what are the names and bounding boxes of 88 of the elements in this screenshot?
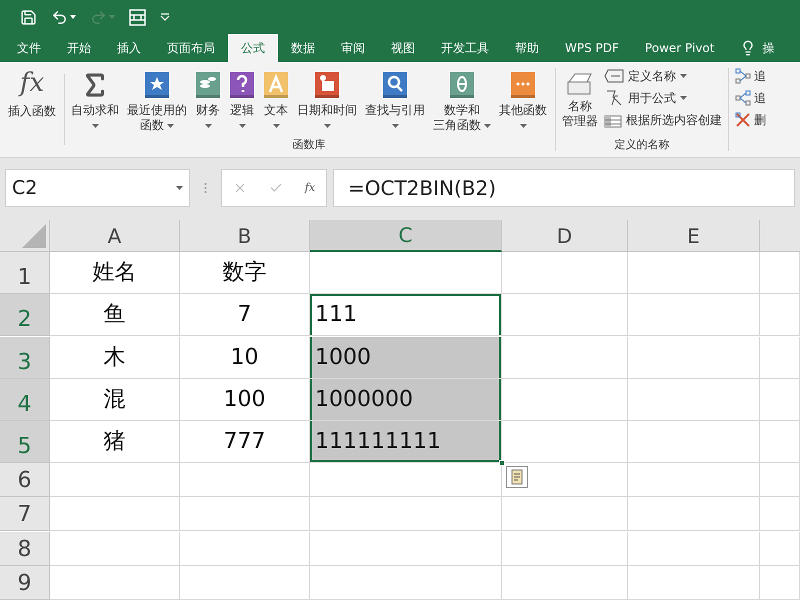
column-header[interactable]: C [310, 220, 502, 252]
ribbon-tab[interactable]: 帮助 [502, 34, 552, 62]
redo-icon [90, 8, 107, 26]
row-header[interactable]: 6 [0, 463, 50, 498]
ribbon-tab[interactable]: 操 [727, 34, 788, 62]
row-header[interactable]: 5 [0, 420, 50, 463]
coins-book-icon [195, 71, 221, 99]
column-header[interactable]: B [180, 220, 310, 252]
name-manager-button[interactable]: 名称 管理器 [562, 62, 598, 136]
table-cell: 7 [180, 294, 310, 336]
row-header[interactable]: 4 [0, 378, 50, 421]
group-label: 定义的名称 [614, 136, 670, 152]
row-header[interactable]: 1 [0, 252, 50, 294]
formula-auditing-button[interactable]: 追 [735, 66, 766, 85]
function-category-button[interactable]: 查找与引用 [363, 62, 427, 136]
row-header[interactable]: 7 [0, 497, 50, 532]
row-header[interactable]: 8 [0, 532, 50, 566]
ribbon-tab[interactable]: 审阅 [328, 34, 378, 62]
defined-name-button[interactable]: 定义名称 [604, 66, 722, 85]
select-all-icon [22, 224, 46, 248]
theta-book-icon [449, 71, 475, 99]
function-category-button[interactable]: 逻辑 [227, 62, 257, 136]
letter-book-icon [263, 71, 289, 99]
function-category-button[interactable]: 文本 [261, 62, 291, 136]
question-book-icon [229, 71, 255, 99]
grip-icon [204, 182, 207, 194]
column-header[interactable]: D [502, 220, 628, 252]
trace-arrows-icon [735, 68, 751, 84]
form-icon [129, 8, 146, 26]
caret-icon [70, 15, 76, 19]
calendar-book-icon [314, 71, 340, 99]
formula-auditing-button[interactable]: 删 [735, 110, 766, 129]
table-cell: 10 [180, 336, 310, 379]
function-category-button[interactable]: 财务 [193, 62, 223, 136]
defined-name-button[interactable]: 根据所选内容创建 [604, 110, 722, 129]
row-header[interactable]: 2 [0, 294, 50, 336]
ribbon-tab[interactable]: 插入 [104, 34, 154, 62]
table-cell: 鱼 [50, 294, 180, 336]
ribbon-tab[interactable]: 页面布局 [154, 34, 228, 62]
row-header[interactable]: 9 [0, 566, 50, 600]
formula-auditing-button[interactable]: 追 [735, 88, 766, 107]
function-category-button[interactable]: 最近使用的 函数 [125, 62, 189, 136]
customize-icon [160, 13, 170, 21]
ribbon-tab[interactable]: 公式 [228, 34, 278, 62]
undo-icon [51, 8, 68, 26]
table-cell: 混 [50, 378, 180, 421]
column-header[interactable]: E [628, 220, 760, 252]
formula-input[interactable]: =OCT2BIN(B2) [333, 169, 795, 207]
function-category-button[interactable]: 日期和时间 [295, 62, 359, 136]
ribbon-tab[interactable]: 开始 [54, 34, 104, 62]
row-header[interactable]: 3 [0, 336, 50, 379]
tag-icon [604, 68, 624, 82]
ribbon-tab[interactable]: WPS PDF [552, 34, 632, 62]
ribbon-tab[interactable]: 文件 [4, 34, 54, 62]
function-category-button[interactable]: 自动求和 [69, 62, 121, 136]
trace-arrows-icon [735, 90, 751, 106]
ribbon-tab[interactable]: 视图 [378, 34, 428, 62]
function-category-button[interactable]: 数学和 三角函数 [431, 62, 493, 136]
fill-handle[interactable] [499, 460, 505, 466]
ribbon-tab[interactable]: 数据 [278, 34, 328, 62]
defined-name-button[interactable]: 用于公式 [604, 88, 722, 107]
paste-options-icon[interactable] [506, 466, 528, 488]
magnifier-book-icon [382, 71, 408, 99]
insert-function-button[interactable]: fx 插入函数 [0, 62, 64, 157]
star-book-icon [144, 71, 170, 99]
name-box[interactable]: C2 [5, 169, 190, 207]
remove-arrows-icon [735, 112, 751, 128]
save-icon [20, 8, 37, 26]
caret-icon [176, 186, 183, 190]
table-cell: 姓名 [50, 252, 180, 294]
column-header[interactable]: A [50, 220, 180, 252]
table-cell: 111111111 [310, 420, 502, 463]
table-cell: 1000000 [310, 378, 502, 421]
table-cell: 木 [50, 336, 180, 379]
dots-book-icon [510, 71, 536, 99]
table-cell: 猪 [50, 420, 180, 463]
table-cell: 1000 [310, 336, 502, 379]
ribbon-tab[interactable]: Power Pivot [632, 34, 728, 62]
table-cell: 777 [180, 420, 310, 463]
table-cell: 100 [180, 378, 310, 421]
table-cell: 111 [310, 294, 502, 336]
function-tag-icon [604, 90, 624, 106]
caret-icon [109, 15, 115, 19]
table-cell: 数字 [180, 252, 310, 294]
function-category-button[interactable]: 其他函数 [497, 62, 549, 136]
group-label: 函数库 [292, 136, 326, 152]
insert-function-button[interactable]: fx [304, 180, 316, 196]
ribbon-tab[interactable]: 开发工具 [428, 34, 502, 62]
